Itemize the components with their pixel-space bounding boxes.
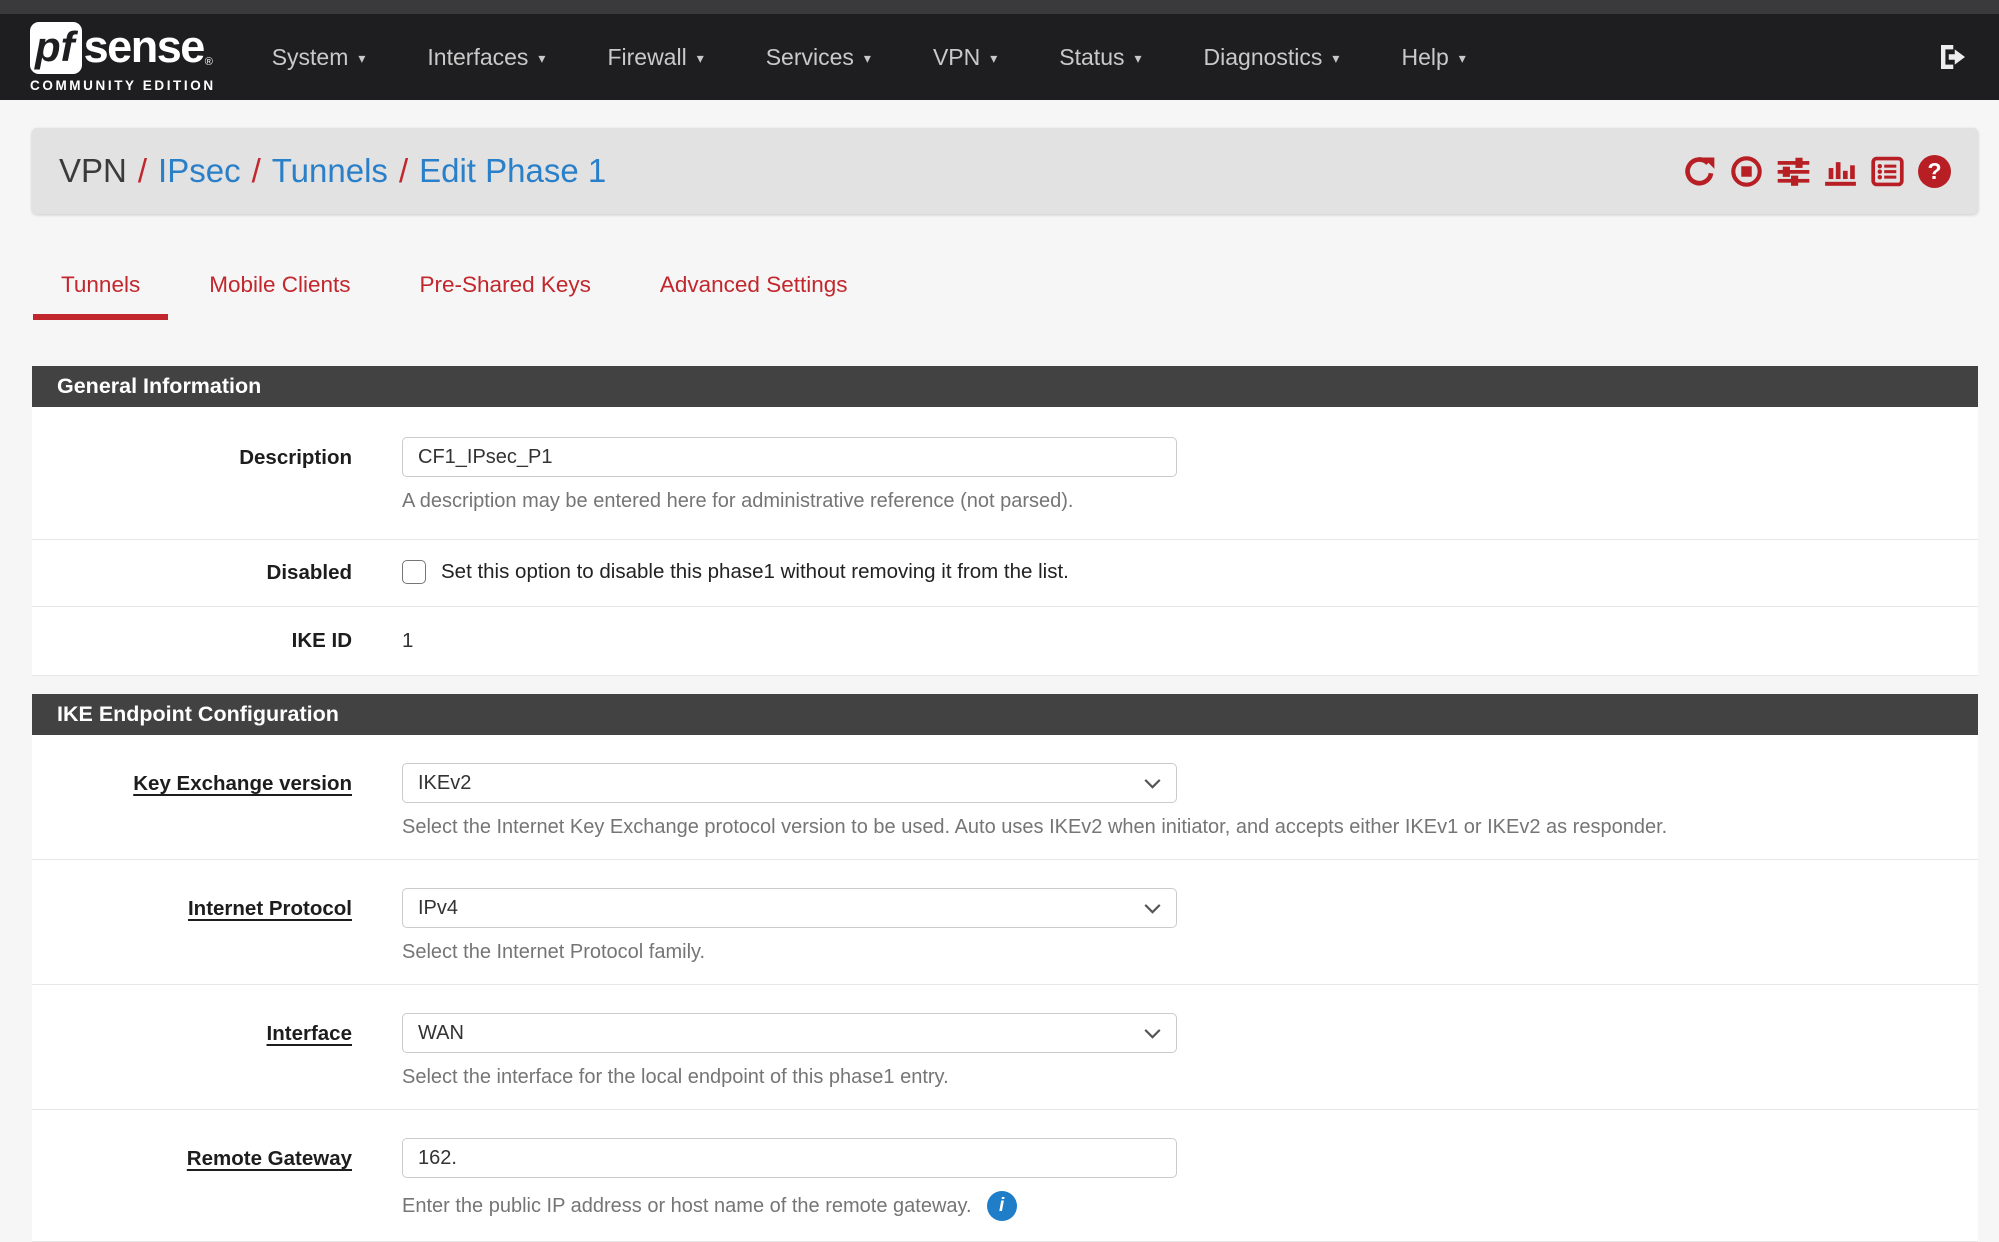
section-title: General Information [32, 366, 1978, 407]
form-row-disabled: Disabled Set this option to disable this… [32, 540, 1978, 607]
community-edition-label: COMMUNITY EDITION [30, 78, 216, 93]
question-glyph: ? [1927, 158, 1941, 185]
breadcrumb-panel: VPN / IPsec / Tunnels / Edit Phase 1 [32, 128, 1978, 214]
menu-item-label: VPN [933, 44, 980, 71]
key-exchange-version-help: Select the Internet Key Exchange protoco… [402, 816, 1938, 839]
menu-item-diagnostics[interactable]: Diagnostics ▾ [1204, 44, 1340, 71]
menu-item-system[interactable]: System ▾ [272, 44, 366, 71]
chevron-down-icon: ▾ [1135, 51, 1142, 65]
page-action-icons: ? [1683, 155, 1951, 188]
interface-help: Select the interface for the local endpo… [402, 1066, 1938, 1089]
disabled-label: Disabled [32, 540, 352, 606]
form-row-description: Description A description may be entered… [32, 407, 1978, 540]
form-row-key-exchange-version: Key Exchange version IKEv2 Select the In… [32, 735, 1978, 860]
breadcrumb-vpn: VPN [59, 152, 127, 190]
chevron-down-icon [1144, 1028, 1161, 1039]
section-title: IKE Endpoint Configuration [32, 694, 1978, 735]
browser-top-strip [0, 0, 1999, 14]
pfsense-logo[interactable]: pf sense ® COMMUNITY EDITION [30, 22, 216, 93]
menu-item-label: Services [766, 44, 854, 71]
menu-item-label: Help [1401, 44, 1448, 71]
breadcrumb-link-ipsec[interactable]: IPsec [158, 152, 241, 190]
form-row-remote-gateway: Remote Gateway Enter the public IP addre… [32, 1110, 1978, 1242]
log-list-icon[interactable] [1871, 155, 1904, 188]
breadcrumb-separator: / [388, 152, 419, 190]
menu-item-label: Interfaces [427, 44, 528, 71]
chevron-down-icon: ▾ [697, 51, 704, 65]
interface-label: Interface [267, 1022, 352, 1045]
chevron-down-icon [1144, 903, 1161, 914]
internet-protocol-value: IPv4 [418, 897, 458, 920]
menu-item-label: Diagnostics [1204, 44, 1323, 71]
ike-id-label: IKE ID [32, 607, 352, 675]
chevron-down-icon: ▾ [990, 51, 997, 65]
form-row-internet-protocol: Internet Protocol IPv4 Select the Intern… [32, 860, 1978, 985]
tab-mobile-clients[interactable]: Mobile Clients [181, 262, 378, 320]
description-help: A description may be entered here for ad… [402, 490, 1938, 513]
remote-gateway-label: Remote Gateway [187, 1147, 352, 1170]
menu-item-help[interactable]: Help ▾ [1401, 44, 1465, 71]
main-navbar: pf sense ® COMMUNITY EDITION System ▾ In… [0, 14, 1999, 100]
menu-item-label: System [272, 44, 349, 71]
tab-pre-shared-keys[interactable]: Pre-Shared Keys [392, 262, 619, 320]
menu-item-interfaces[interactable]: Interfaces ▾ [427, 44, 545, 71]
form-row-ike-id: IKE ID 1 [32, 607, 1978, 676]
menu-item-vpn[interactable]: VPN ▾ [933, 44, 997, 71]
breadcrumb-link-edit-phase1[interactable]: Edit Phase 1 [419, 152, 606, 190]
disabled-checkbox[interactable] [402, 560, 426, 584]
breadcrumb-separator: / [127, 152, 158, 190]
tab-advanced-settings[interactable]: Advanced Settings [632, 262, 876, 320]
description-input[interactable] [402, 437, 1177, 477]
ike-id-value: 1 [402, 629, 413, 652]
registered-mark: ® [205, 56, 213, 68]
stop-circle-icon[interactable] [1730, 155, 1763, 188]
info-glyph: i [999, 1195, 1004, 1217]
key-exchange-version-select[interactable]: IKEv2 [402, 763, 1177, 803]
breadcrumb: VPN / IPsec / Tunnels / Edit Phase 1 [59, 152, 606, 190]
chevron-down-icon: ▾ [1459, 51, 1466, 65]
refresh-icon[interactable] [1683, 155, 1716, 188]
sign-out-icon[interactable] [1937, 41, 1969, 73]
breadcrumb-link-tunnels[interactable]: Tunnels [272, 152, 388, 190]
help-icon[interactable]: ? [1918, 155, 1951, 188]
tab-bar: Tunnels Mobile Clients Pre-Shared Keys A… [33, 262, 1999, 320]
info-icon[interactable]: i [987, 1191, 1017, 1221]
menu-item-services[interactable]: Services ▾ [766, 44, 871, 71]
section-ike-endpoint-configuration: IKE Endpoint Configuration Key Exchange … [32, 694, 1978, 1242]
internet-protocol-help: Select the Internet Protocol family. [402, 941, 1938, 964]
key-exchange-version-label: Key Exchange version [133, 772, 352, 795]
bar-chart-icon[interactable] [1824, 155, 1857, 188]
section-general-information: General Information Description A descri… [32, 366, 1978, 676]
description-label: Description [32, 407, 352, 539]
chevron-down-icon: ▾ [538, 51, 545, 65]
key-exchange-version-value: IKEv2 [418, 772, 471, 795]
internet-protocol-select[interactable]: IPv4 [402, 888, 1177, 928]
tab-tunnels[interactable]: Tunnels [33, 262, 168, 320]
navbar-menu: System ▾ Interfaces ▾ Firewall ▾ Service… [272, 44, 1466, 71]
chevron-down-icon: ▾ [864, 51, 871, 65]
disabled-checkbox-text: Set this option to disable this phase1 w… [441, 560, 1069, 584]
menu-item-firewall[interactable]: Firewall ▾ [607, 44, 703, 71]
pfsense-logo-sense: sense [84, 22, 204, 72]
form-row-interface: Interface WAN Select the interface for t… [32, 985, 1978, 1110]
breadcrumb-separator: / [241, 152, 272, 190]
menu-item-label: Status [1059, 44, 1124, 71]
remote-gateway-input[interactable] [402, 1138, 1177, 1178]
chevron-down-icon: ▾ [358, 51, 365, 65]
menu-item-status[interactable]: Status ▾ [1059, 44, 1141, 71]
pfsense-logo-pf: pf [30, 22, 82, 74]
interface-value: WAN [418, 1022, 464, 1045]
menu-item-label: Firewall [607, 44, 686, 71]
internet-protocol-label: Internet Protocol [188, 897, 352, 920]
sliders-icon[interactable] [1777, 155, 1810, 188]
chevron-down-icon: ▾ [1332, 51, 1339, 65]
chevron-down-icon [1144, 778, 1161, 789]
remote-gateway-help: Enter the public IP address or host name… [402, 1195, 972, 1218]
interface-select[interactable]: WAN [402, 1013, 1177, 1053]
